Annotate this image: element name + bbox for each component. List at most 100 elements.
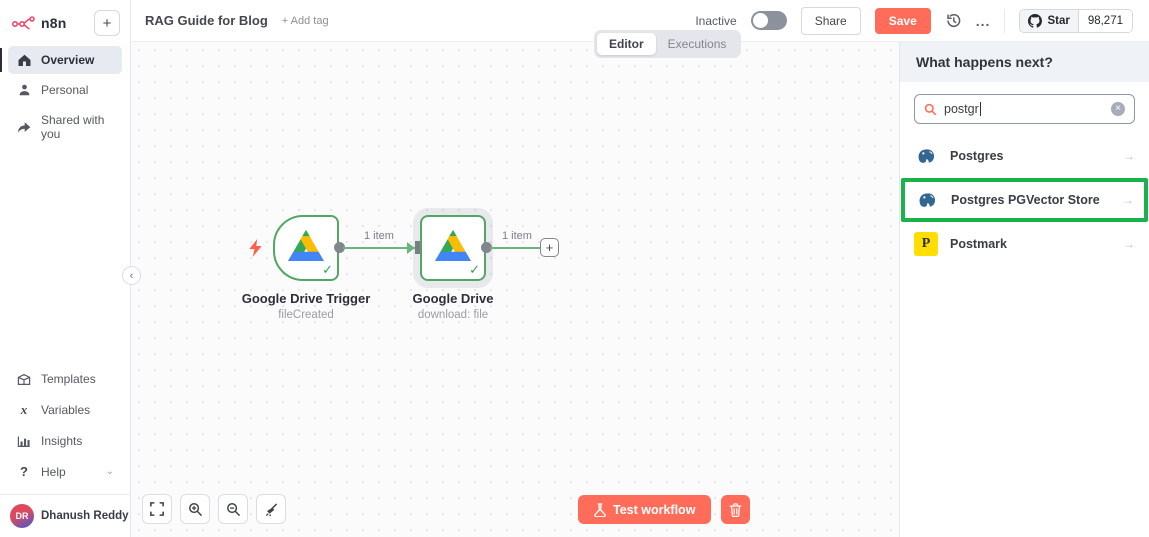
- arrow-right-icon: →: [1122, 193, 1134, 207]
- node-subtitle: download: file: [373, 309, 533, 321]
- trash-icon: [729, 503, 742, 517]
- sidebar-item-help[interactable]: ? Help ⌄: [8, 457, 122, 486]
- sidebar-item-label: Templates: [41, 372, 96, 386]
- zoom-to-fit-button[interactable]: [142, 494, 172, 524]
- node-success-check-icon: ✓: [469, 262, 480, 278]
- workflow-canvas[interactable]: ✓ 1 item ✓ 1 item + Google Drive Trigger…: [131, 42, 899, 537]
- node-result-postmark[interactable]: P Postmark →: [900, 224, 1149, 264]
- active-toggle[interactable]: [751, 11, 787, 30]
- delete-workflow-button[interactable]: [721, 495, 750, 524]
- tidy-up-button[interactable]: [256, 494, 286, 524]
- logo-text: n8n: [41, 15, 67, 31]
- arrow-right-icon: →: [1123, 149, 1135, 163]
- insights-chart-icon: [16, 435, 32, 448]
- home-icon: [16, 53, 32, 67]
- sidebar-item-personal[interactable]: Personal: [8, 76, 122, 104]
- connection-line[interactable]: [490, 247, 541, 249]
- panel-title: What happens next?: [900, 42, 1149, 82]
- search-value: postgr: [944, 102, 1104, 116]
- sidebar: n8n + Overview Personal Shared with you …: [0, 0, 131, 537]
- node-result-postgres-pgvector-store[interactable]: Postgres PGVector Store →: [905, 182, 1144, 218]
- node-label-block: Google Drive download: file: [373, 291, 533, 321]
- test-workflow-button[interactable]: Test workflow: [578, 495, 711, 524]
- execute-bar: Test workflow: [578, 495, 750, 524]
- variables-icon: x: [16, 402, 32, 418]
- sidebar-item-label: Personal: [41, 83, 88, 97]
- n8n-logo[interactable]: n8n: [12, 15, 67, 31]
- text-caret: [980, 102, 981, 116]
- trigger-bolt-icon: [248, 239, 263, 262]
- node-result-label: Postmark: [950, 237, 1111, 251]
- sidebar-spacer: [8, 150, 122, 365]
- connection-items-label: 1 item: [364, 230, 394, 242]
- user-name: Dhanush Reddy: [41, 510, 129, 522]
- topbar-divider: [1004, 9, 1005, 33]
- share-forward-icon: [16, 121, 32, 134]
- postgres-icon: [915, 188, 939, 212]
- node-success-check-icon: ✓: [322, 262, 333, 278]
- sidebar-item-templates[interactable]: Templates: [8, 365, 122, 393]
- connection-items-label: 1 item: [502, 230, 532, 242]
- share-button[interactable]: Share: [801, 7, 861, 35]
- search-icon: [924, 103, 937, 116]
- user-row[interactable]: DR Dhanush Reddy ...: [0, 494, 130, 537]
- node-result-label: Postgres: [950, 149, 1111, 163]
- tab-editor[interactable]: Editor: [597, 33, 656, 55]
- node-google-drive[interactable]: ✓: [420, 215, 486, 281]
- arrow-right-icon: →: [1123, 237, 1135, 251]
- new-workflow-button[interactable]: +: [94, 10, 120, 36]
- flask-icon: [594, 503, 606, 517]
- avatar: DR: [10, 504, 34, 528]
- sidebar-item-variables[interactable]: x Variables: [8, 395, 122, 425]
- github-star-count: 98,271: [1078, 10, 1132, 32]
- canvas-controls: [142, 494, 286, 524]
- templates-box-icon: [16, 373, 32, 386]
- n8n-logo-icon: [12, 16, 36, 30]
- zoom-out-button[interactable]: [218, 494, 248, 524]
- add-tag-button[interactable]: + Add tag: [282, 15, 329, 27]
- sidebar-item-label: Help: [41, 465, 66, 479]
- highlight-annotation-box: Postgres PGVector Store →: [901, 178, 1148, 222]
- workflow-title[interactable]: RAG Guide for Blog: [145, 13, 268, 28]
- node-name: Google Drive: [373, 291, 533, 306]
- sidebar-item-overview[interactable]: Overview: [8, 46, 122, 74]
- google-drive-icon: [435, 230, 471, 267]
- sidebar-item-label: Variables: [41, 403, 90, 417]
- node-result-postgres[interactable]: Postgres →: [900, 136, 1149, 176]
- logo-row: n8n +: [8, 8, 122, 46]
- test-workflow-label: Test workflow: [613, 503, 695, 517]
- node-result-label: Postgres PGVector Store: [951, 193, 1110, 207]
- github-octocat-icon: [1028, 14, 1042, 28]
- sidebar-item-insights[interactable]: Insights: [8, 427, 122, 455]
- topbar-right: Inactive Share Save ... Star 98,271: [695, 7, 1133, 35]
- save-button[interactable]: Save: [875, 8, 931, 34]
- postmark-icon: P: [914, 232, 938, 256]
- workflow-history-icon[interactable]: [945, 12, 962, 29]
- google-drive-icon: [288, 230, 324, 267]
- connection-arrowhead: [407, 242, 415, 254]
- sidebar-item-label: Insights: [41, 434, 82, 448]
- chevron-down-icon: ⌄: [106, 466, 114, 477]
- node-results-list: Postgres → Postgres PGVector Store → P P…: [900, 136, 1149, 264]
- node-picker-panel: What happens next? postgr × Postgres → P…: [899, 42, 1149, 537]
- github-star-widget[interactable]: Star 98,271: [1019, 9, 1133, 33]
- zoom-in-button[interactable]: [180, 494, 210, 524]
- node-search-input[interactable]: postgr ×: [914, 94, 1135, 124]
- node-name: Google Drive Trigger: [226, 291, 386, 306]
- add-node-plus-button[interactable]: +: [540, 238, 559, 257]
- sidebar-item-label: Overview: [41, 53, 94, 67]
- node-label-block: Google Drive Trigger fileCreated: [226, 291, 386, 321]
- postgres-icon: [914, 144, 938, 168]
- sidebar-collapse-button[interactable]: ‹: [122, 266, 141, 285]
- clear-search-icon[interactable]: ×: [1111, 102, 1125, 116]
- tab-executions[interactable]: Executions: [656, 33, 739, 55]
- more-options-dots-icon[interactable]: ...: [976, 13, 991, 29]
- workflow-status-label: Inactive: [695, 14, 736, 28]
- connection-line[interactable]: [343, 247, 415, 249]
- node-subtitle: fileCreated: [226, 309, 386, 321]
- node-google-drive-trigger[interactable]: ✓: [273, 215, 339, 281]
- editor-executions-tabs: Editor Executions: [594, 30, 741, 58]
- person-icon: [16, 83, 32, 97]
- help-icon: ?: [16, 464, 32, 479]
- sidebar-item-shared-with-you[interactable]: Shared with you: [8, 106, 122, 148]
